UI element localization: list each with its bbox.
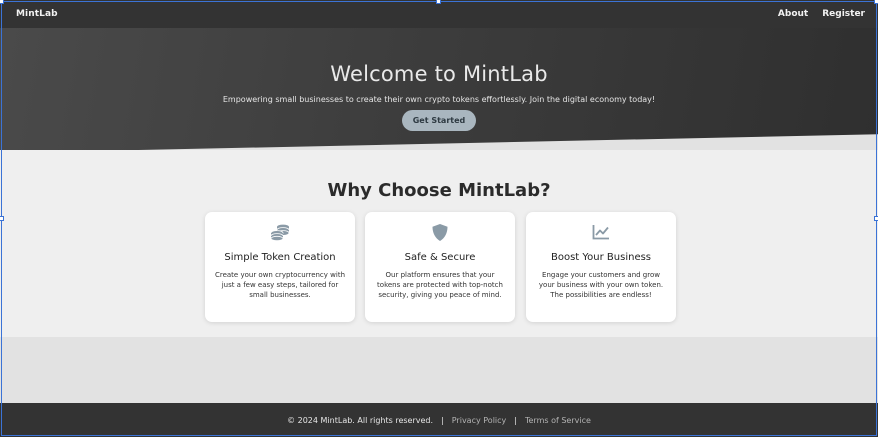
features-title: Why Choose MintLab? [327,180,551,201]
card-title: Boost Your Business [550,252,652,263]
footer-separator: | [514,415,517,425]
card-text: Create your own cryptocurrency with just… [214,271,346,299]
shield-icon [431,222,449,242]
resize-handle[interactable] [436,0,441,4]
footer: © 2024 MintLab. All rights reserved. | P… [0,403,878,437]
resize-handle[interactable] [0,216,4,221]
footer-separator: | [441,415,444,425]
nav-link-about[interactable]: About [778,9,808,19]
terms-of-service-link[interactable]: Terms of Service [525,416,591,425]
feature-card: Boost Your Business Engage your customer… [526,212,676,322]
card-text: Our platform ensures that your tokens ar… [377,271,503,299]
privacy-policy-link[interactable]: Privacy Policy [452,416,507,425]
copyright-text: © 2024 MintLab. All rights reserved. [287,415,434,425]
nav-link-register[interactable]: Register [822,9,865,19]
hero-section: Welcome to MintLab Empowering small busi… [0,28,878,153]
card-text: Engage your customers and grow your busi… [538,271,664,299]
feature-card: Simple Token Creation Create your own cr… [205,212,355,322]
resize-handle[interactable] [874,0,878,4]
brand-logo[interactable]: MintLab [16,9,58,19]
hero-subtitle: Empowering small businesses to create th… [222,95,656,104]
top-nav: MintLab About Register [0,0,878,28]
card-title: Safe & Secure [404,252,476,263]
resize-handle[interactable] [0,0,4,4]
chart-line-icon [592,222,610,242]
resize-handle[interactable] [874,216,878,221]
hero-title: Welcome to MintLab [330,62,548,86]
nav-links: About Register [778,9,865,19]
coins-icon [270,222,290,242]
feature-card: Safe & Secure Our platform ensures that … [365,212,515,322]
get-started-button[interactable]: Get Started [401,110,477,131]
features-section: Why Choose MintLab? Simple Token Creatio… [0,150,878,337]
card-title: Simple Token Creation [224,252,336,263]
